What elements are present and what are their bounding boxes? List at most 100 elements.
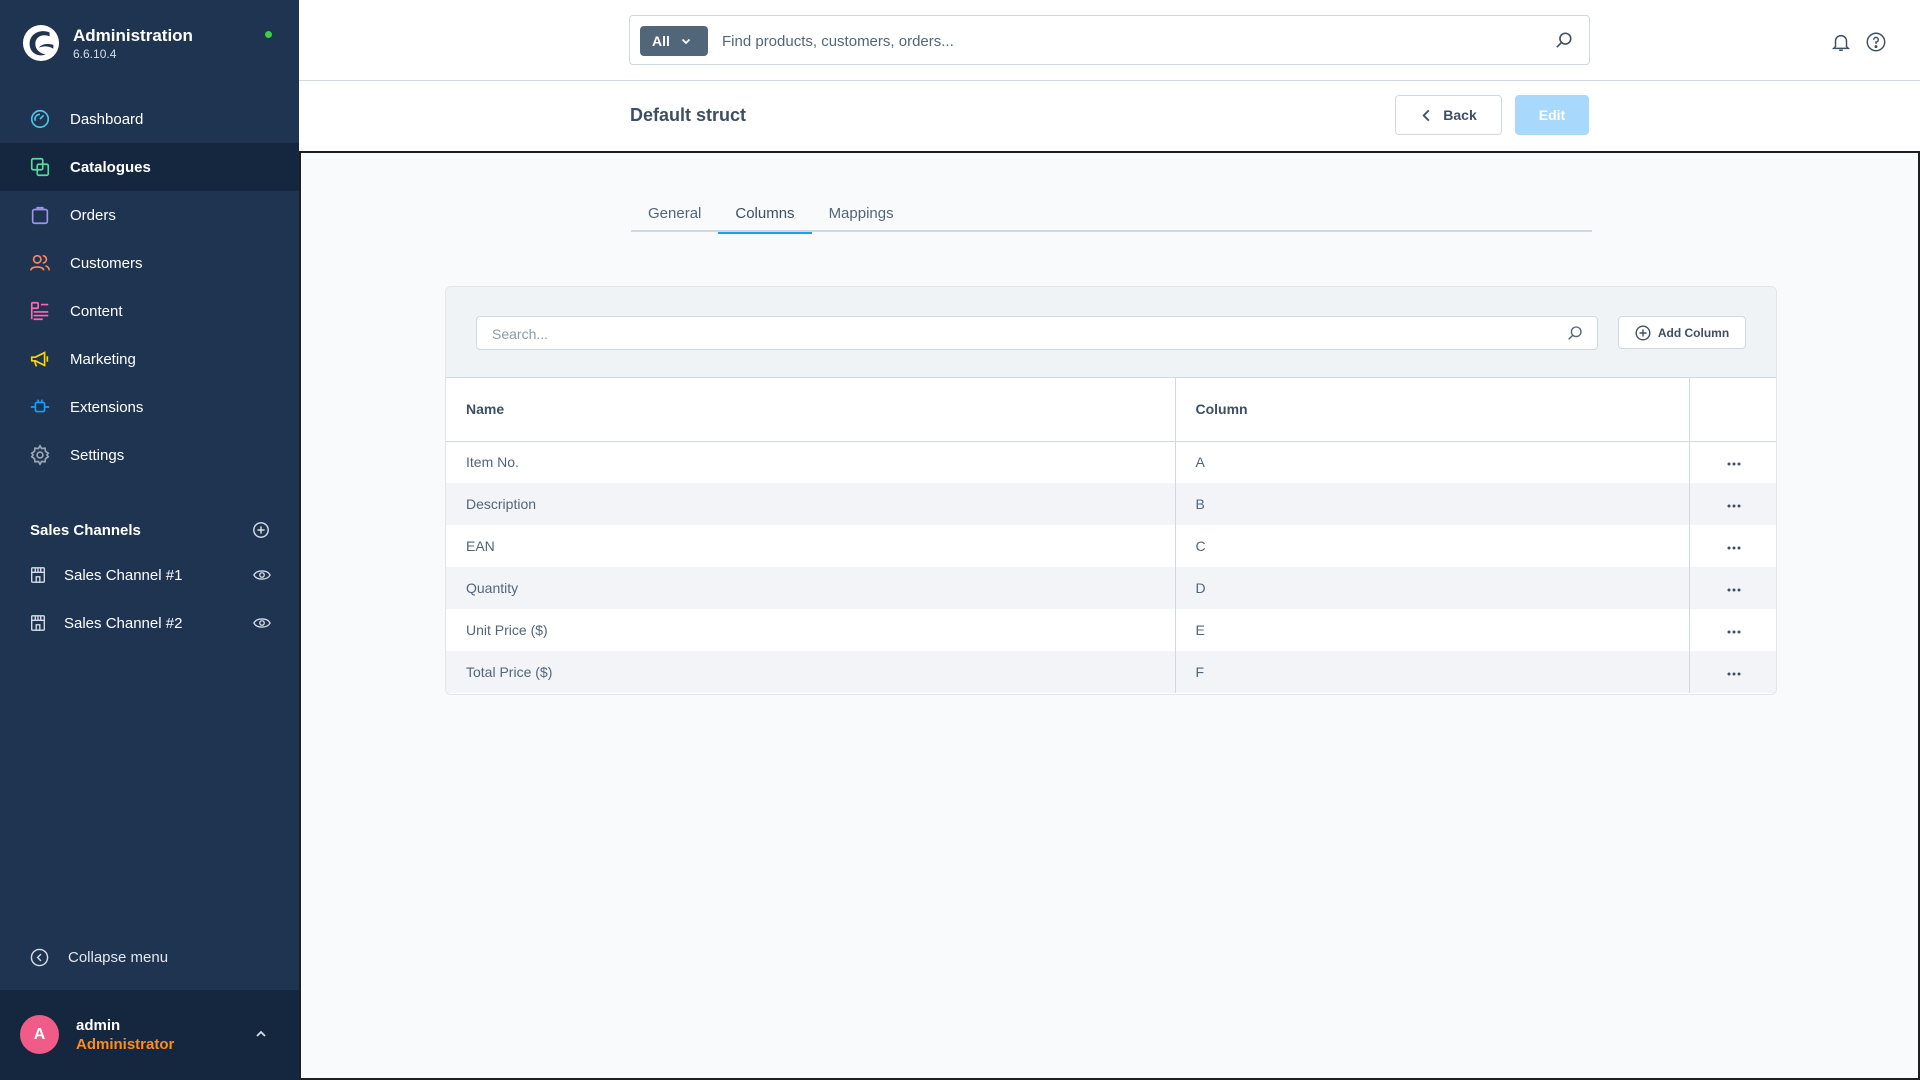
user-panel[interactable]: A admin Administrator [0, 990, 299, 1080]
table-row[interactable]: Quantity D [446, 567, 1776, 609]
tab-mappings[interactable]: Mappings [812, 195, 911, 232]
sidebar-item-extensions[interactable]: Extensions [0, 383, 299, 431]
storefront-icon [31, 567, 45, 583]
more-icon[interactable] [1725, 629, 1743, 635]
search-icon[interactable] [1567, 325, 1583, 341]
more-icon[interactable] [1725, 587, 1743, 593]
bell-icon[interactable] [1830, 31, 1852, 53]
table-row[interactable]: EAN C [446, 525, 1776, 567]
user-role: Administrator [76, 1036, 175, 1053]
table-row[interactable]: Total Price ($) F [446, 651, 1776, 693]
collapse-menu-button[interactable]: Collapse menu [30, 945, 168, 969]
cell-column: F [1175, 651, 1690, 693]
sales-channel-list: Sales Channel #1 Sales Channel #2 [0, 551, 299, 647]
shopware-logo-icon[interactable] [22, 24, 60, 62]
back-button[interactable]: Back [1395, 95, 1502, 135]
grid-search-input[interactable] [492, 324, 1552, 344]
sidebar-item-label: Dashboard [70, 110, 144, 128]
dashboard-icon [29, 108, 51, 130]
grid-search [476, 316, 1598, 350]
sidebar-item-marketing[interactable]: Marketing [0, 335, 299, 383]
sidebar-item-content[interactable]: Content [0, 287, 299, 335]
main-content: General Columns Mappings Add Column Nam [299, 151, 1920, 1080]
more-icon[interactable] [1725, 503, 1743, 509]
sales-channel-item[interactable]: Sales Channel #2 [0, 599, 299, 647]
smart-bar: Default struct Back Edit [299, 81, 1920, 151]
cell-column: A [1175, 441, 1690, 483]
eye-icon[interactable] [253, 566, 271, 584]
sales-channels-title: Sales Channels [30, 521, 141, 539]
cell-name: Quantity [446, 567, 1176, 609]
cell-name: EAN [446, 525, 1176, 567]
header-column[interactable]: Column [1175, 378, 1690, 442]
more-icon[interactable] [1725, 671, 1743, 677]
sidebar-item-label: Customers [70, 254, 143, 272]
help-icon[interactable] [1865, 31, 1887, 53]
header-name[interactable]: Name [446, 378, 1176, 442]
tab-bar: General Columns Mappings [631, 195, 1592, 234]
header-actions [1689, 378, 1776, 442]
sales-channels-header: Sales Channels [30, 518, 270, 542]
sales-channel-label: Sales Channel #2 [64, 614, 183, 632]
cell-column: B [1175, 483, 1690, 525]
table-row[interactable]: Unit Price ($) E [446, 609, 1776, 651]
brand-title: Administration [73, 26, 193, 45]
table-row[interactable]: Description B [446, 483, 1776, 525]
cell-name: Unit Price ($) [446, 609, 1176, 651]
table-row[interactable]: Item No. A [446, 441, 1776, 483]
sidebar-item-label: Settings [70, 446, 125, 464]
add-column-button[interactable]: Add Column [1618, 316, 1746, 349]
search-icon[interactable] [1555, 31, 1573, 49]
plus-circle-icon [1635, 324, 1651, 341]
top-bar: All [299, 0, 1920, 81]
brand-version: 6.6.10.4 [73, 47, 117, 61]
row-actions[interactable] [1689, 567, 1776, 609]
sidebar-item-label: Extensions [70, 398, 144, 416]
plug-icon [29, 396, 51, 418]
megaphone-icon [29, 348, 51, 370]
more-icon[interactable] [1725, 461, 1743, 467]
sidebar-item-orders[interactable]: Orders [0, 191, 299, 239]
more-icon[interactable] [1725, 545, 1743, 551]
customers-icon [29, 252, 51, 274]
sidebar-item-dashboard[interactable]: Dashboard [0, 95, 299, 143]
sidebar: Administration 6.6.10.4 Dashboard Catalo… [0, 0, 299, 1080]
sales-channel-item[interactable]: Sales Channel #1 [0, 551, 299, 599]
row-actions[interactable] [1689, 483, 1776, 525]
user-name: admin [76, 1017, 121, 1034]
tab-columns[interactable]: Columns [718, 195, 812, 234]
sidebar-item-catalogues[interactable]: Catalogues [0, 143, 299, 191]
sidebar-item-customers[interactable]: Customers [0, 239, 299, 287]
cell-name: Item No. [446, 441, 1176, 483]
add-column-label: Add Column [1657, 325, 1730, 340]
cell-name: Description [446, 483, 1176, 525]
table-header-row: Name Column [446, 378, 1776, 442]
edit-label: Edit [1538, 107, 1566, 123]
cell-column: E [1175, 609, 1690, 651]
search-type-dropdown[interactable]: All [640, 26, 708, 56]
chevron-left-circle-icon [30, 948, 49, 966]
back-label: Back [1443, 107, 1477, 123]
content-icon [29, 300, 51, 322]
row-actions[interactable] [1689, 651, 1776, 693]
row-actions[interactable] [1689, 609, 1776, 651]
eye-icon[interactable] [253, 614, 271, 632]
global-search: All [629, 15, 1590, 65]
columns-card: Add Column Name Column Item No. A [445, 286, 1777, 695]
brand: Administration 6.6.10.4 [20, 22, 280, 66]
row-actions[interactable] [1689, 525, 1776, 567]
tab-general[interactable]: General [631, 195, 718, 232]
cell-name: Total Price ($) [446, 651, 1176, 693]
grid-toolbar: Add Column [446, 287, 1776, 378]
row-actions[interactable] [1689, 441, 1776, 483]
chevron-down-icon [681, 38, 691, 45]
avatar: A [20, 1015, 59, 1054]
global-search-input[interactable] [722, 28, 1542, 54]
sidebar-item-settings[interactable]: Settings [0, 431, 299, 479]
collapse-menu-label: Collapse menu [68, 948, 169, 966]
edit-button[interactable]: Edit [1515, 95, 1589, 135]
add-sales-channel-icon[interactable] [252, 521, 270, 539]
catalogue-icon [29, 156, 51, 178]
chevron-up-icon[interactable] [253, 1026, 269, 1042]
sales-channel-label: Sales Channel #1 [64, 566, 183, 584]
